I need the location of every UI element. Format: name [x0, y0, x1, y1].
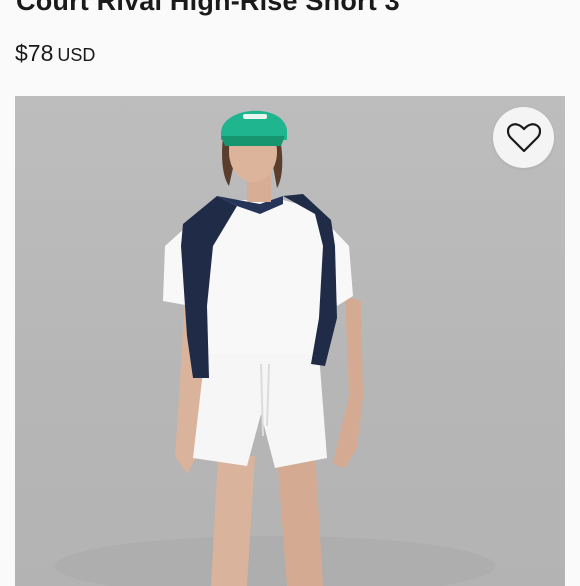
floor-shadow: [55, 536, 495, 586]
cap-logo: [243, 114, 267, 119]
currency-label: USD: [57, 45, 96, 65]
wishlist-button[interactable]: [493, 107, 554, 168]
cap-brim: [221, 136, 285, 146]
white-shorts: [193, 354, 327, 468]
price-row: $78 USD: [15, 40, 95, 67]
price: $78: [15, 40, 54, 66]
product-image[interactable]: [15, 96, 565, 586]
heart-icon: [506, 122, 541, 152]
right-arm: [333, 296, 363, 468]
product-title: Court Rival High-Rise Short 3": [16, 0, 413, 16]
model-photo: [55, 110, 495, 586]
